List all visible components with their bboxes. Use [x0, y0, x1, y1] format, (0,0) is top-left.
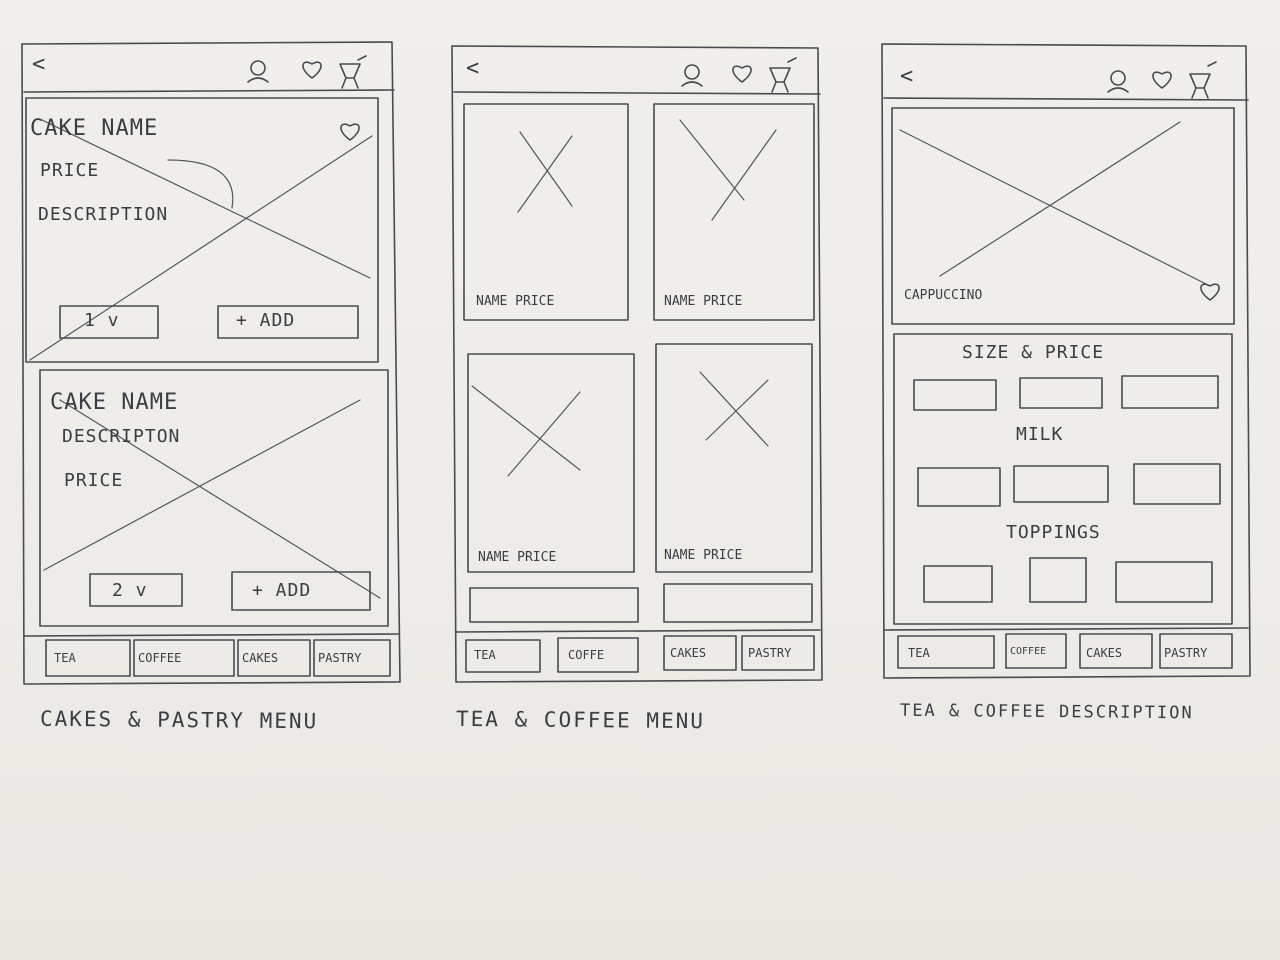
card1-add-button[interactable]: + ADD — [236, 310, 295, 331]
card2-qty-select[interactable]: 2 v — [112, 580, 148, 601]
card1-qty-select[interactable]: 1 v — [84, 310, 120, 331]
tab-coffee[interactable]: COFFEE — [1010, 646, 1046, 657]
card2-add-button[interactable]: + ADD — [252, 580, 311, 601]
card2-description: DESCRIPTON — [62, 426, 181, 447]
heart-icon[interactable] — [1200, 283, 1220, 301]
heart-icon[interactable] — [732, 65, 752, 83]
tab-tea[interactable]: TEA — [54, 651, 76, 665]
caption-desc: TEA & COFFEE DESCRIPTION — [899, 700, 1194, 724]
tab-cakes[interactable]: CAKES — [1086, 646, 1122, 660]
screen-menu-frame — [451, 45, 823, 683]
back-arrow-icon[interactable]: < — [466, 56, 480, 81]
caption-cakes: CAKES & PASTRY MENU — [39, 706, 319, 734]
card2-cake-name: CAKE NAME — [50, 390, 179, 415]
toppings-heading: TOPPINGS — [1006, 522, 1101, 543]
back-arrow-icon[interactable]: < — [32, 52, 46, 77]
card1-cake-name: CAKE NAME — [30, 116, 159, 141]
cart-icon[interactable] — [339, 55, 367, 89]
cart-icon[interactable] — [769, 57, 797, 93]
tile3-name-price[interactable]: NAME PRICE — [478, 550, 556, 565]
milk-heading: MILK — [1016, 424, 1064, 445]
heart-icon[interactable] — [302, 61, 322, 79]
caption-menu: TEA & COFFEE MENU — [455, 706, 706, 734]
tab-pastry[interactable]: PASTRY — [318, 651, 361, 665]
tab-coffee[interactable]: COFFEE — [138, 651, 181, 665]
user-icon[interactable] — [681, 64, 703, 87]
size-price-heading: SIZE & PRICE — [962, 342, 1105, 363]
tab-cakes[interactable]: CAKES — [670, 646, 706, 660]
heart-icon[interactable] — [340, 123, 360, 141]
tab-tea[interactable]: TEA — [474, 648, 496, 662]
card2-price: PRICE — [64, 470, 124, 491]
tab-coffee[interactable]: COFFE — [568, 648, 604, 662]
user-icon[interactable] — [1107, 70, 1129, 93]
product-name: CAPPUCCINO — [904, 288, 983, 303]
user-icon[interactable] — [247, 60, 269, 83]
card1-description: DESCRIPTION — [38, 204, 169, 225]
tile4-name-price[interactable]: NAME PRICE — [664, 548, 742, 563]
tile2-name-price[interactable]: NAME PRICE — [664, 294, 742, 309]
back-arrow-icon[interactable]: < — [900, 64, 914, 89]
tab-cakes[interactable]: CAKES — [242, 651, 278, 665]
tile1-name-price[interactable]: NAME PRICE — [476, 294, 554, 309]
card1-price: PRICE — [40, 160, 100, 181]
wireframe-sketch — [21, 41, 1251, 685]
tab-tea[interactable]: TEA — [908, 646, 930, 660]
heart-icon[interactable] — [1152, 71, 1172, 89]
tab-pastry[interactable]: PASTRY — [748, 646, 791, 660]
tab-pastry[interactable]: PASTRY — [1164, 646, 1207, 660]
cart-icon[interactable] — [1189, 61, 1217, 99]
